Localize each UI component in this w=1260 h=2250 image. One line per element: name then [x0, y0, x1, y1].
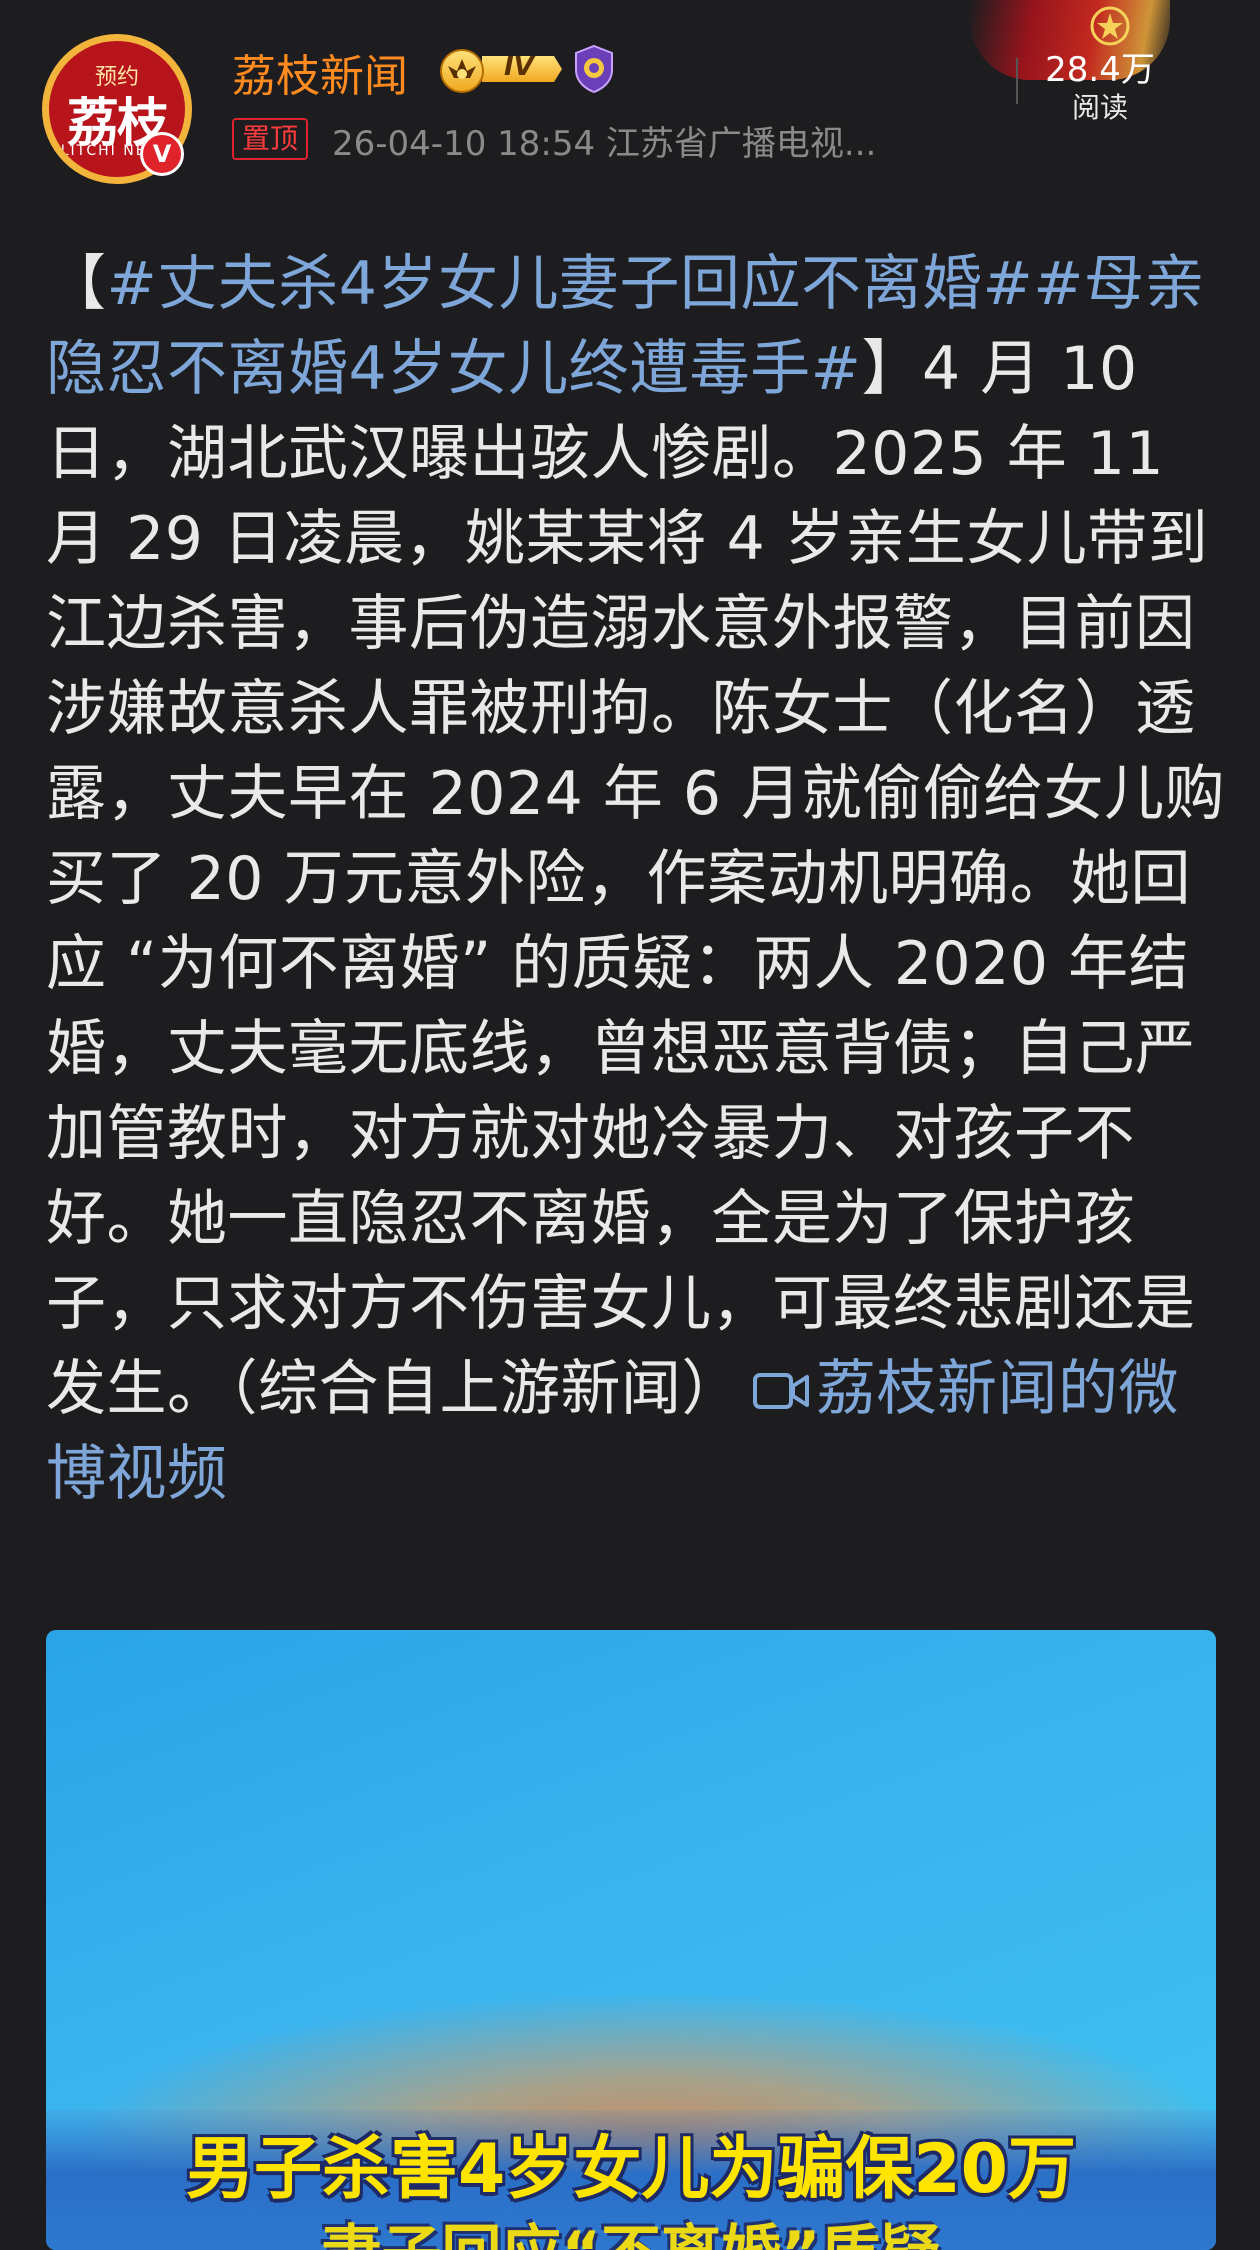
post-body-text: 4 月 10 日，湖北武汉曝出骇人惨剧。2025 年 11 月 29 日凌晨，姚…: [46, 334, 1226, 1424]
level-badge: IV: [504, 52, 534, 82]
post-content: 【#丈夫杀4岁女儿妻子回应不离婚##母亲隐忍不离婚4岁女儿终遭毒手#】4 月 1…: [46, 242, 1226, 1517]
post-meta-time-source: 26-04-10 18:54 江苏省广播电视...: [332, 124, 877, 164]
read-label: 阅读: [1071, 91, 1128, 124]
pinned-tag: 置顶: [232, 118, 309, 160]
topic-link-1[interactable]: #丈夫杀4岁女儿妻子回应不离婚#: [107, 249, 1034, 319]
crown-badge-icon[interactable]: [436, 44, 562, 94]
shield-badge-icon[interactable]: [572, 44, 616, 94]
video-thumbnail[interactable]: 男子杀害4岁女儿为骗保20万 妻子回应“不离婚”质疑: [46, 1630, 1216, 2250]
read-divider: [1016, 58, 1018, 104]
close-bracket: 】: [861, 334, 922, 404]
read-count: 28.4万: [1045, 50, 1155, 90]
video-link[interactable]: 荔枝新闻的: [816, 1354, 1119, 1424]
post-header: 预约 荔枝 LITCHI NEWS V 荔枝新闻 IV 置顶 26-04-10 …: [0, 0, 1260, 190]
read-count-widget[interactable]: 28.4万 阅读: [960, 0, 1260, 124]
video-camera-icon[interactable]: [752, 1367, 810, 1415]
verified-badge-icon: V: [140, 132, 184, 176]
author-name[interactable]: 荔枝新闻: [232, 40, 408, 104]
video-caption-line2: 妻子回应“不离婚”质疑: [46, 2205, 1216, 2250]
open-bracket: 【: [46, 249, 107, 319]
video-caption-line1: 男子杀害4岁女儿为骗保20万: [186, 2130, 1076, 2209]
